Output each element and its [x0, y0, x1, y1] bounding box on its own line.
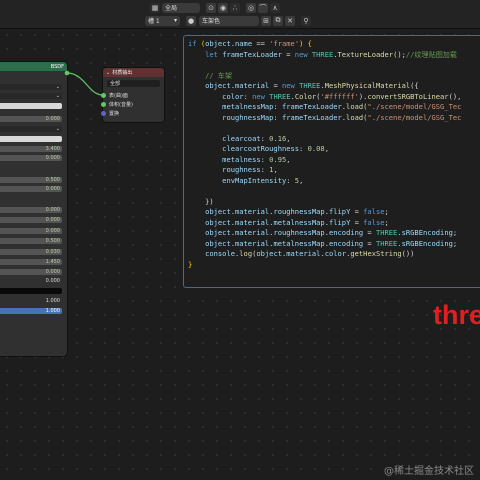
code-line: object.material.metalnessMap.encoding = … [205, 238, 458, 248]
watermark-text: @稀土掘金技术社区 [384, 466, 474, 477]
code-line: // 车架 [205, 70, 233, 80]
target-dropdown[interactable]: 全部 [107, 80, 160, 87]
collapse-icon[interactable]: ⌄ [106, 70, 110, 76]
surface-socket[interactable]: 表(曲)面 [101, 92, 128, 99]
displacement-socket[interactable]: 置换 [101, 110, 120, 117]
socket-icon[interactable] [101, 93, 106, 98]
code-line: clearcoat: 0.16, [222, 133, 291, 143]
material-output-title: ⌄ 材质输出 [103, 68, 164, 77]
code-line: roughnessMap: frameTexLoader.load("./sce… [222, 112, 462, 122]
code-line: object.material = new THREE.MeshPhysical… [205, 81, 419, 90]
code-line: object.material.metalnessMap.flipY = fal… [205, 217, 389, 227]
code-line: metalnessMap: frameTexLoader.load("./sce… [222, 102, 462, 111]
code-line: object.material.roughnessMap.encoding = … [205, 228, 458, 237]
volume-socket[interactable]: 体积(音量) [101, 101, 133, 108]
displacement-label: 置换 [109, 111, 120, 117]
code-line: } [188, 259, 193, 269]
code-line: console.log(object.material.color.getHex… [205, 249, 415, 258]
socket-icon[interactable] [101, 102, 106, 107]
target-label: 全部 [110, 81, 121, 87]
code-line: metalness: 0.95, [222, 154, 291, 164]
material-output-title-text: 材质输出 [112, 70, 133, 76]
material-output-node[interactable]: ⌄ 材质输出 全部 表(曲)面 体积(音量) 置换 [101, 68, 164, 122]
code-block: if (object.name == 'frame') { let frameT… [184, 36, 480, 270]
code-line: let frameTexLoader = new THREE.TextureLo… [205, 49, 457, 59]
code-line: if (object.name == 'frame') { [188, 39, 312, 48]
code-line: }) [188, 196, 214, 206]
code-line: clearcoatRoughness: 0.08, [222, 144, 329, 153]
socket-icon[interactable] [101, 111, 106, 116]
code-line: color: new THREE.Color('#ffffff').conver… [222, 91, 462, 101]
surface-label: 表(曲)面 [109, 93, 128, 99]
code-line: envMapIntensity: 5, [222, 175, 304, 185]
volume-label: 体积(音量) [109, 102, 133, 108]
code-line: object.material.roughnessMap.flipY = fal… [205, 207, 389, 216]
code-line: roughness: 1, [222, 165, 278, 174]
code-editor-panel[interactable]: if (object.name == 'frame') { let frameT… [183, 35, 480, 288]
overlay-heading-text: thre [433, 300, 480, 330]
